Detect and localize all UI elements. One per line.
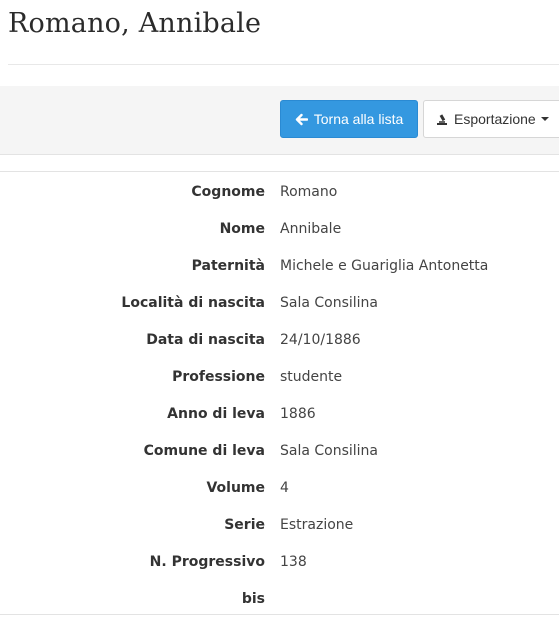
field-value: 138 (280, 553, 307, 570)
export-dropdown-button[interactable]: Esportazione (423, 100, 559, 138)
page-title: Romano, Annibale (8, 8, 262, 39)
arrow-left-icon (295, 113, 308, 126)
field-value: Annibale (280, 220, 342, 237)
field-row-bis: bis (0, 580, 559, 617)
field-value: 24/10/1886 (280, 331, 361, 348)
back-to-list-label: Torna alla lista (313, 111, 404, 127)
field-value: 1886 (280, 405, 316, 422)
toolbar: Torna alla lista Esportazione (0, 86, 559, 155)
field-row-volume: Volume 4 (0, 469, 559, 506)
field-value: Michele e Guariglia Antonetta (280, 257, 489, 274)
field-value: Estrazione (280, 516, 354, 533)
field-label: Comune di leva (143, 442, 265, 459)
field-value: 4 (280, 479, 289, 496)
field-row-paternita: Paternità Michele e Guariglia Antonetta (0, 247, 559, 284)
field-row-cognome: Cognome Romano (0, 173, 559, 210)
field-label: N. Progressivo (149, 553, 265, 570)
field-row-serie: Serie Estrazione (0, 506, 559, 543)
field-row-nome: Nome Annibale (0, 210, 559, 247)
field-label: Professione (172, 368, 265, 385)
field-value: studente (280, 368, 343, 385)
field-label: Nome (219, 220, 265, 237)
field-label: Località di nascita (121, 294, 265, 311)
field-row-n-progressivo: N. Progressivo 138 (0, 543, 559, 580)
export-label: Esportazione (454, 111, 536, 127)
export-icon (436, 113, 448, 126)
field-row-comune-leva: Comune di leva Sala Consilina (0, 432, 559, 469)
field-row-localita-nascita: Località di nascita Sala Consilina (0, 284, 559, 321)
field-value: Sala Consilina (280, 442, 379, 459)
caret-down-icon (540, 117, 549, 121)
field-row-anno-leva: Anno di leva 1886 (0, 395, 559, 432)
field-label: Anno di leva (167, 405, 265, 422)
field-label: Volume (206, 479, 265, 496)
back-to-list-button[interactable]: Torna alla lista (280, 100, 418, 138)
field-label: Serie (224, 516, 265, 533)
field-label: Data di nascita (146, 331, 265, 348)
field-label: bis (241, 590, 265, 607)
field-value: Sala Consilina (280, 294, 379, 311)
field-label: Cognome (191, 183, 265, 200)
title-divider (8, 64, 559, 65)
field-label: Paternità (191, 257, 265, 274)
field-row-data-nascita: Data di nascita 24/10/1886 (0, 321, 559, 358)
field-row-professione: Professione studente (0, 358, 559, 395)
record-details: Cognome Romano Nome Annibale Paternità M… (0, 171, 559, 615)
field-value: Romano (280, 183, 338, 200)
